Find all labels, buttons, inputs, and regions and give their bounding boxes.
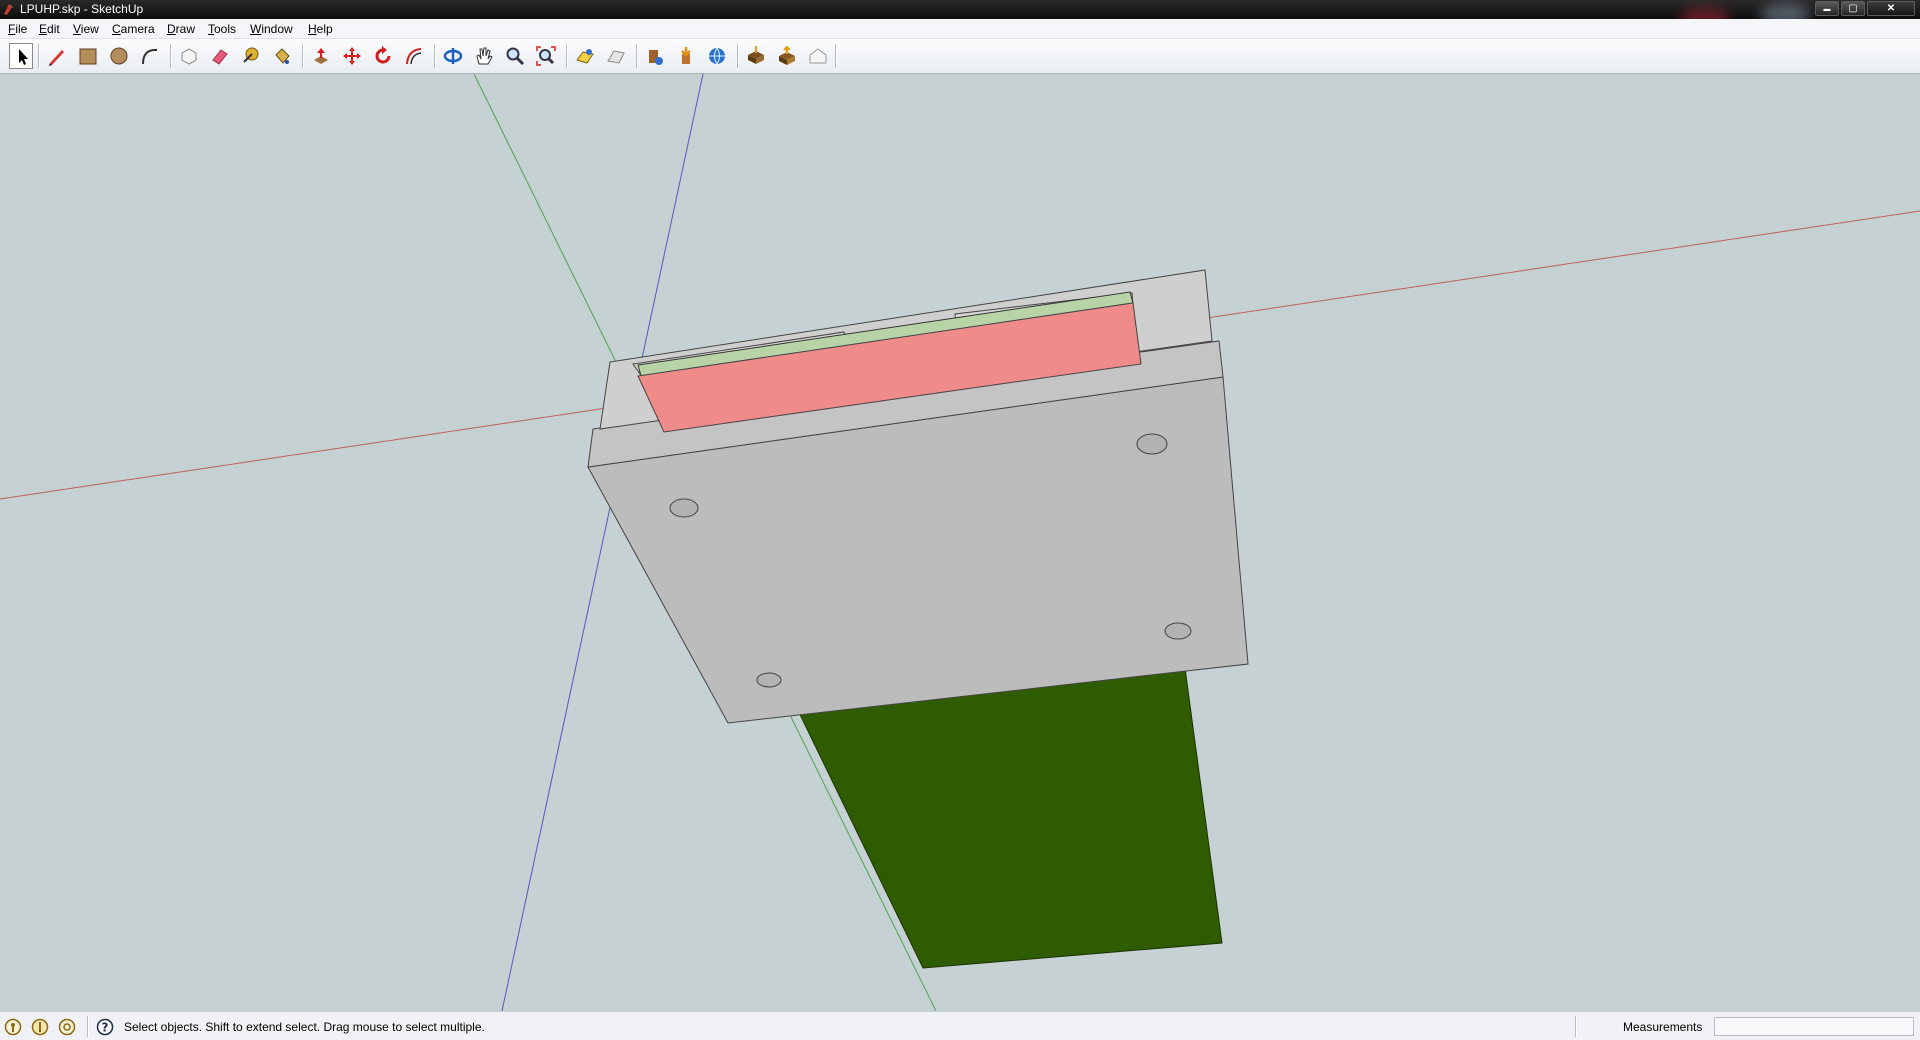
maximize-icon: ▢ [1848,3,1858,14]
photo-textures-tool-button[interactable] [805,43,831,69]
svg-text:?: ? [102,1021,109,1035]
circle-tool-button[interactable] [106,43,132,69]
add-location-icon [576,49,594,64]
status-divider [1575,1016,1577,1037]
model-viewport[interactable] [0,74,1920,1011]
component-icon [181,48,197,65]
status-bar: ? Select objects. Shift to extend select… [0,1011,1920,1040]
rectangle-icon [79,48,97,65]
paint-bucket-icon [275,48,290,64]
get-components-tool-button[interactable] [743,43,769,69]
rotate-icon [375,46,391,64]
tape-measure-icon [243,47,259,63]
mounting-hole [756,672,782,688]
select-arrow-icon [19,49,28,65]
arc-icon [142,48,158,65]
measurements-input[interactable] [1714,1017,1914,1036]
select-tool-button[interactable] [9,43,33,69]
paint-bucket-tool-button[interactable] [269,43,295,69]
share-model-tool-button[interactable] [704,43,730,69]
move-tool-button[interactable] [339,43,365,69]
add-location-tool-button[interactable] [572,43,598,69]
pan-tool-button[interactable] [471,43,497,69]
green-plate-face[interactable] [789,667,1223,969]
question-mark-icon[interactable]: ? [96,1018,114,1036]
get-models-tool-button[interactable] [673,43,699,69]
menu-tools[interactable]: Tools [208,22,236,36]
user-account-icon[interactable] [58,1018,76,1036]
menu-window[interactable]: Window [250,22,293,36]
credits-icon[interactable] [31,1018,49,1036]
push-pull-icon [314,48,328,64]
toolbar-separator [737,44,739,68]
sketchup-app-icon[interactable] [2,2,17,17]
eraser-icon [212,49,228,65]
toolbar-separator [434,44,436,68]
toggle-terrain-tool-button[interactable] [603,43,629,69]
share-model-icon [709,47,725,65]
menu-camera[interactable]: Camera [112,22,155,36]
zoom-extents-tool-button[interactable] [533,43,559,69]
preview-in-google-earth-tool-button[interactable] [642,43,668,69]
menu-draw[interactable]: Draw [167,22,195,36]
pencil-icon [49,50,64,66]
maximize-button[interactable]: ▢ [1841,1,1865,16]
title-bar: LPUHP.skp - SketchUp ▬ ▢ ✕ [0,0,1920,30]
toolbar-separator [636,44,638,68]
terrain-icon [607,50,625,64]
orbit-icon [443,48,463,64]
toolbar-separator [566,44,568,68]
toolbar-separator [170,44,172,68]
magnifier-icon [506,47,525,66]
share-component-tool-button[interactable] [774,43,800,69]
arc-tool-button[interactable] [137,43,163,69]
offset-tool-button[interactable] [401,43,427,69]
getting-started-toolbar [0,39,1920,74]
geo-location-icon[interactable] [4,1018,22,1036]
minimize-button[interactable]: ▬ [1815,1,1839,16]
close-icon: ✕ [1886,3,1896,14]
model-canvas [0,74,1920,1011]
status-divider [87,1016,89,1037]
move-icon [343,47,361,65]
mounting-hole [1164,622,1192,640]
offset-icon [406,48,422,65]
circle-icon [110,47,128,65]
minimize-icon: ▬ [1823,6,1831,13]
share-component-icon [779,46,795,65]
menu-help[interactable]: Help [308,22,333,36]
mounting-hole [669,498,699,518]
menu-file[interactable]: File [8,22,27,36]
eraser-tool-button[interactable] [207,43,233,69]
pencil-line-tool-button[interactable] [44,43,70,69]
get-components-icon [748,46,764,64]
rectangle-tool-button[interactable] [75,43,101,69]
zoom-extents-icon [536,46,556,66]
zoom-tool-button[interactable] [502,43,528,69]
google-earth-preview-icon [649,50,663,65]
toolbar-separator [38,44,40,68]
photo-textures-icon [809,48,827,64]
pan-hand-icon [476,47,493,65]
close-button[interactable]: ✕ [1867,1,1915,16]
toolbar-separator [302,44,304,68]
get-models-icon [681,47,691,64]
window-title: LPUHP.skp - SketchUp [20,2,144,16]
mounting-hole [1136,433,1168,455]
toolbar-separator [835,44,837,68]
status-message: Select objects. Shift to extend select. … [124,1020,485,1034]
push-pull-tool-button[interactable] [308,43,334,69]
orbit-tool-button[interactable] [440,43,466,69]
menu-edit[interactable]: Edit [39,22,60,36]
measurements-label: Measurements [1623,1020,1703,1034]
sketchup-window: LPUHP.skp - SketchUp ▬ ▢ ✕ File Edit Vie… [0,0,1920,1040]
menu-bar: File Edit View Camera Draw Tools Window … [0,19,1920,39]
rotate-tool-button[interactable] [370,43,396,69]
tape-measure-tool-button[interactable] [238,43,264,69]
menu-view[interactable]: View [73,22,99,36]
make-component-tool-button[interactable] [176,43,202,69]
